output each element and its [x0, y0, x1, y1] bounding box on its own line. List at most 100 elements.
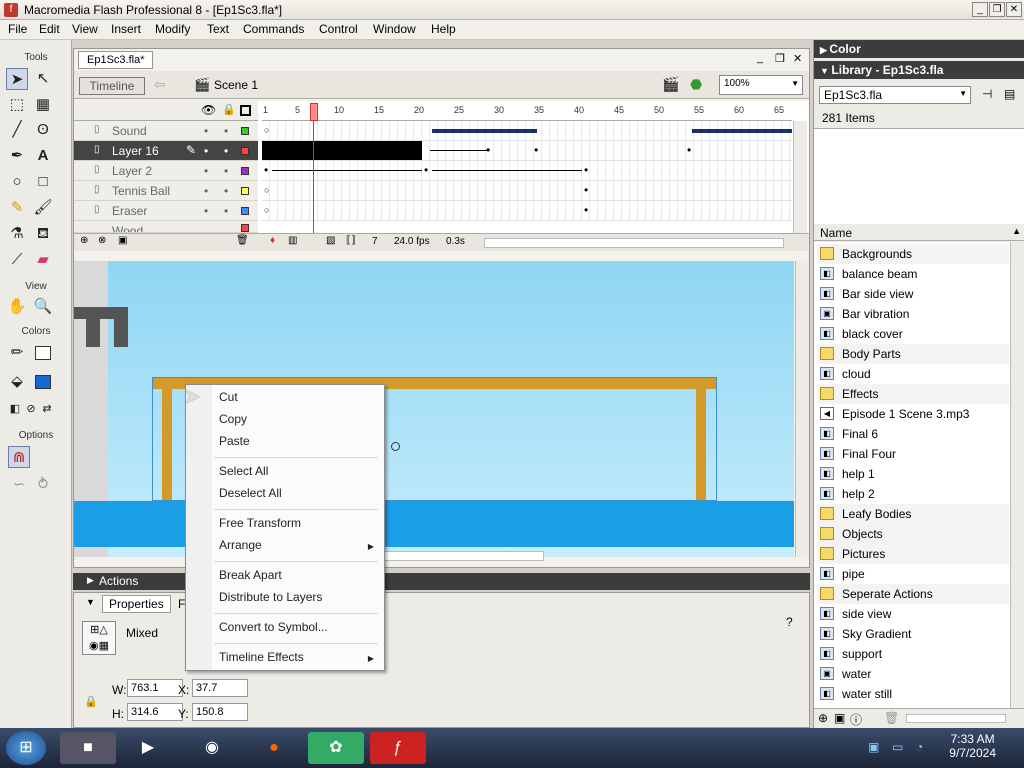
stage[interactable]: [74, 261, 794, 561]
lasso-tool-icon[interactable]: ʘ: [32, 119, 54, 141]
edit-symbols-icon[interactable]: ⬣: [690, 76, 702, 93]
library-item[interactable]: Seperate Actions: [817, 584, 1009, 604]
collapse-arrow-icon[interactable]: ▼: [86, 597, 95, 607]
properties-tab[interactable]: Properties: [102, 595, 171, 613]
fill-color-icon[interactable]: ⬙: [6, 371, 28, 393]
ink-bottle-tool-icon[interactable]: ⚗: [6, 223, 28, 245]
library-item[interactable]: Pictures: [817, 544, 1009, 564]
text-tool-icon[interactable]: A: [32, 145, 54, 167]
stage-horizontal-scrollbar[interactable]: [384, 551, 544, 561]
sort-icon[interactable]: ▲: [1012, 226, 1021, 236]
menu-item-copy[interactable]: Copy: [219, 412, 247, 426]
layer-color-swatch[interactable]: [241, 147, 249, 155]
taskbar-lime-icon[interactable]: ✿: [308, 732, 364, 764]
lock-dot[interactable]: •: [224, 144, 228, 158]
library-item[interactable]: Objects: [817, 524, 1009, 544]
library-scrollbar[interactable]: [1010, 242, 1024, 708]
add-folder-icon[interactable]: ▣: [118, 235, 127, 246]
lock-dot[interactable]: •: [224, 184, 228, 198]
layer-row-wood[interactable]: Wood: [74, 221, 258, 233]
menu-window[interactable]: Window: [373, 22, 416, 36]
visibility-dot[interactable]: •: [204, 124, 208, 138]
library-item[interactable]: ◧ pipe: [817, 564, 1009, 584]
menu-item-cut[interactable]: Cut: [219, 390, 238, 404]
library-item[interactable]: Effects: [817, 384, 1009, 404]
library-item[interactable]: ◧ cloud: [817, 364, 1009, 384]
document-tab[interactable]: Ep1Sc3.fla*: [78, 51, 154, 69]
minimize-button[interactable]: _: [972, 2, 988, 17]
edit-multiple-icon[interactable]: ▧: [326, 235, 335, 246]
library-horizontal-scrollbar[interactable]: [906, 714, 1006, 723]
transform-point-icon[interactable]: [391, 442, 400, 451]
pin-library-icon[interactable]: ⊣: [982, 87, 992, 101]
display-tray-icon[interactable]: ▭: [892, 740, 903, 754]
frames-tennis-ball[interactable]: ○ •: [262, 181, 792, 201]
new-symbol-icon[interactable]: ⊕: [818, 711, 828, 725]
properties-icon[interactable]: ⓘ: [850, 711, 862, 728]
close-button[interactable]: ✕: [1006, 2, 1022, 17]
library-item[interactable]: Backgrounds: [817, 244, 1009, 264]
library-item[interactable]: Body Parts: [817, 344, 1009, 364]
visibility-dot[interactable]: •: [204, 144, 208, 158]
menu-file[interactable]: File: [8, 22, 27, 36]
menu-commands[interactable]: Commands: [243, 22, 304, 36]
lock-dot[interactable]: •: [224, 204, 228, 218]
x-input[interactable]: 37.7: [192, 679, 248, 697]
taskbar-app-black[interactable]: ■: [60, 732, 116, 764]
menu-item-timeline-effects[interactable]: Timeline Effects: [219, 650, 304, 664]
library-item[interactable]: ◧ support: [817, 644, 1009, 664]
timeline-vertical-scrollbar[interactable]: [793, 121, 807, 233]
volume-tray-icon[interactable]: ◔: [916, 740, 923, 754]
stage-vertical-scrollbar[interactable]: [795, 261, 809, 557]
menu-item-deselect-all[interactable]: Deselect All: [219, 486, 282, 500]
taskbar-flash-icon[interactable]: ƒ: [370, 732, 426, 764]
layer-color-swatch[interactable]: [241, 167, 249, 175]
lock-proportions-icon[interactable]: 🔒: [84, 695, 98, 708]
layer-row-sound[interactable]: ▯ Sound • •: [74, 121, 258, 141]
edit-scene-icon[interactable]: 🎬: [662, 76, 679, 93]
start-button[interactable]: ⊞: [6, 731, 46, 765]
zoom-select[interactable]: 100% ▼: [719, 75, 803, 95]
swap-colors-icon[interactable]: ⇄: [36, 398, 58, 420]
menu-edit[interactable]: Edit: [39, 22, 60, 36]
library-item[interactable]: ◀ Episode 1 Scene 3.mp3: [817, 404, 1009, 424]
layer-row-layer-16[interactable]: ▯ Layer 16 ✎ • •: [74, 141, 258, 161]
taskbar-clock[interactable]: 7:33 AM 9/7/2024: [949, 732, 996, 760]
layer-color-swatch[interactable]: [241, 224, 249, 232]
menu-help[interactable]: Help: [431, 22, 456, 36]
lock-icon[interactable]: 🔒: [222, 103, 236, 116]
taskbar-media-player-icon[interactable]: ▶: [120, 732, 176, 764]
oval-tool-icon[interactable]: ○: [6, 171, 28, 193]
line-tool-icon[interactable]: ╱: [6, 119, 28, 141]
visibility-dot[interactable]: •: [204, 164, 208, 178]
playhead[interactable]: [310, 103, 318, 121]
frames-layer-16[interactable]: • • •: [262, 141, 792, 161]
library-item[interactable]: ◧ balance beam: [817, 264, 1009, 284]
zoom-tool-icon[interactable]: 🔍: [32, 296, 54, 318]
new-library-panel-icon[interactable]: ▤: [1004, 87, 1015, 101]
layer-color-swatch[interactable]: [241, 187, 249, 195]
layer-row-eraser[interactable]: ▯ Eraser • •: [74, 201, 258, 221]
pencil-tool-icon[interactable]: ✎: [6, 197, 28, 219]
maximize-button[interactable]: ❐: [989, 2, 1005, 17]
eraser-tool-icon[interactable]: ▰: [32, 249, 54, 271]
brush-tool-icon[interactable]: 🖌: [32, 197, 54, 219]
back-arrow-icon[interactable]: ⇦: [154, 76, 166, 93]
menu-view[interactable]: View: [72, 22, 98, 36]
menu-item-free-transform[interactable]: Free Transform: [219, 516, 301, 530]
library-item[interactable]: ◧ Final 6: [817, 424, 1009, 444]
library-item[interactable]: ◧ Final Four: [817, 444, 1009, 464]
doc-minimize-icon[interactable]: _: [757, 52, 763, 64]
add-layer-icon[interactable]: ⊕: [80, 235, 88, 246]
lock-dot[interactable]: •: [224, 164, 228, 178]
library-item[interactable]: ▣ Bar vibration: [817, 304, 1009, 324]
stroke-color-swatch[interactable]: [35, 346, 51, 360]
library-item[interactable]: ◧ help 1: [817, 464, 1009, 484]
pen-tool-icon[interactable]: ✒: [6, 145, 28, 167]
library-item[interactable]: ▣ water: [817, 664, 1009, 684]
menu-item-distribute-to-layers[interactable]: Distribute to Layers: [219, 590, 322, 604]
add-guide-icon[interactable]: ⊗: [98, 235, 106, 246]
color-panel-header[interactable]: ▶ Color: [814, 40, 1024, 58]
hand-tool-icon[interactable]: ✋: [6, 296, 28, 318]
new-folder-icon[interactable]: ▣: [834, 711, 845, 725]
